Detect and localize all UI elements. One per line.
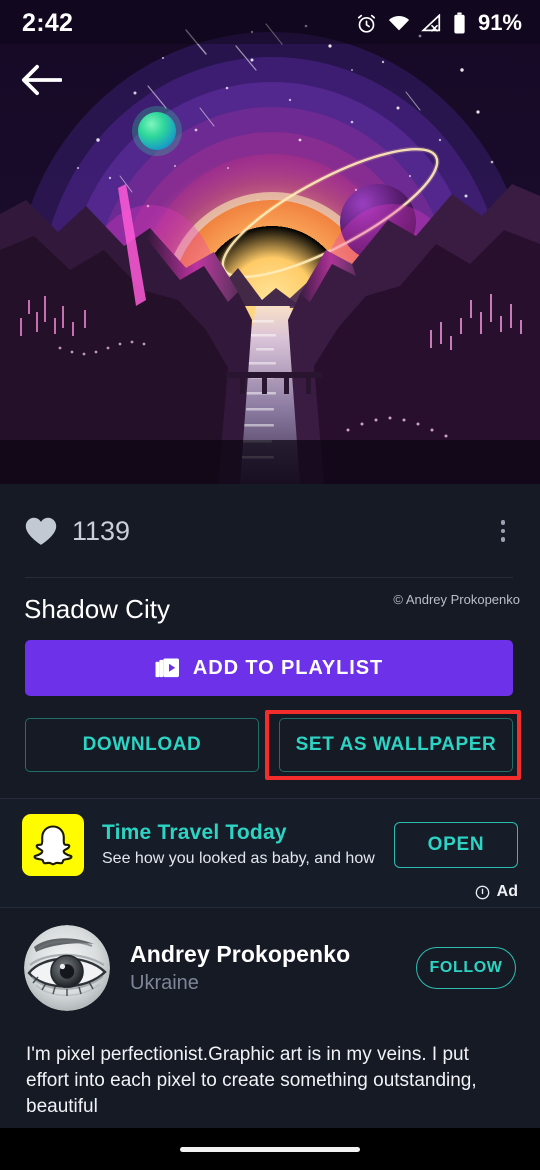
- author-country: Ukraine: [130, 972, 199, 994]
- more-vertical-icon[interactable]: [488, 514, 518, 548]
- battery-icon: [454, 12, 465, 34]
- add-to-playlist-label: ADD TO PLAYLIST: [192, 656, 384, 679]
- like-count: 1139: [72, 515, 131, 546]
- dot: [500, 520, 506, 525]
- dot: [500, 528, 506, 534]
- ad-text-group: Time Travel Today See how you looked as …: [102, 821, 376, 868]
- download-button[interactable]: DOWNLOAD: [25, 718, 259, 772]
- ad-open-button[interactable]: OPEN: [394, 821, 518, 868]
- alarm-icon: [357, 14, 376, 33]
- cellular-off-icon: [421, 13, 441, 32]
- home-gesture-pill[interactable]: [180, 1146, 360, 1152]
- status-bar: 2:42 91%: [0, 0, 540, 46]
- playlist-add-icon: [155, 657, 179, 677]
- wallpaper-preview-image[interactable]: [0, 0, 540, 484]
- system-navigation-bar: [0, 1128, 540, 1170]
- heart-icon: [25, 517, 57, 545]
- dot: [500, 537, 506, 542]
- add-to-playlist-button[interactable]: ADD TO PLAYLIST: [25, 640, 513, 696]
- battery-percent: 91%: [477, 10, 522, 35]
- status-clock: 2:42: [22, 8, 74, 37]
- likes-row: 1139: [0, 484, 540, 578]
- ad-info-icon: [475, 885, 490, 899]
- follow-button[interactable]: FOLLOW: [416, 947, 516, 989]
- author-row[interactable]: Andrey Prokopenko Ukraine FOLLOW: [0, 908, 540, 1028]
- secondary-action-row: DOWNLOAD SET AS WALLPAPER: [25, 710, 521, 780]
- like-button[interactable]: 1139: [24, 516, 130, 547]
- ghost-glyph: [33, 824, 73, 865]
- author-text-group: Andrey Prokopenko Ukraine: [130, 941, 396, 995]
- set-as-wallpaper-button[interactable]: SET AS WALLPAPER: [279, 718, 513, 772]
- author-bio: I'm pixel perfectionist.Graphic art is i…: [26, 1044, 477, 1117]
- back-button[interactable]: [18, 58, 62, 102]
- download-label: DOWNLOAD: [82, 734, 202, 755]
- author-name: Andrey Prokopenko: [130, 941, 351, 967]
- back-arrow-icon: [21, 64, 62, 96]
- ad-description: See how you looked as baby, and how y…: [102, 850, 376, 867]
- ad-label-text: Ad: [496, 883, 518, 900]
- ad-content: Time Travel Today See how you looked as …: [22, 799, 518, 881]
- set-as-wallpaper-label: SET AS WALLPAPER: [295, 734, 497, 755]
- page-title: Shadow City: [24, 593, 170, 624]
- wifi-icon: [388, 15, 410, 30]
- ad-disclosure[interactable]: Ad: [475, 883, 518, 901]
- status-icon-group: 91%: [356, 10, 522, 36]
- copyright-credit: © Andrey Prokopenko: [393, 592, 520, 607]
- title-row: Shadow City © Andrey Prokopenko: [0, 578, 540, 640]
- follow-label: FOLLOW: [429, 959, 503, 976]
- snapchat-ghost-icon: [22, 813, 84, 876]
- ad-title: Time Travel Today: [102, 821, 287, 844]
- ad-open-label: OPEN: [427, 833, 485, 855]
- wallpaper-detail-screen: 2:42 91% 1139 Shadow City © Andrey Proko…: [0, 0, 540, 1170]
- avatar[interactable]: [24, 925, 110, 1011]
- eye-photo-avatar: [24, 925, 110, 1011]
- advertisement-banner[interactable]: Time Travel Today See how you looked as …: [0, 798, 540, 908]
- wallpaper-info-panel: 1139 Shadow City © Andrey Prokopenko ADD…: [0, 484, 540, 1117]
